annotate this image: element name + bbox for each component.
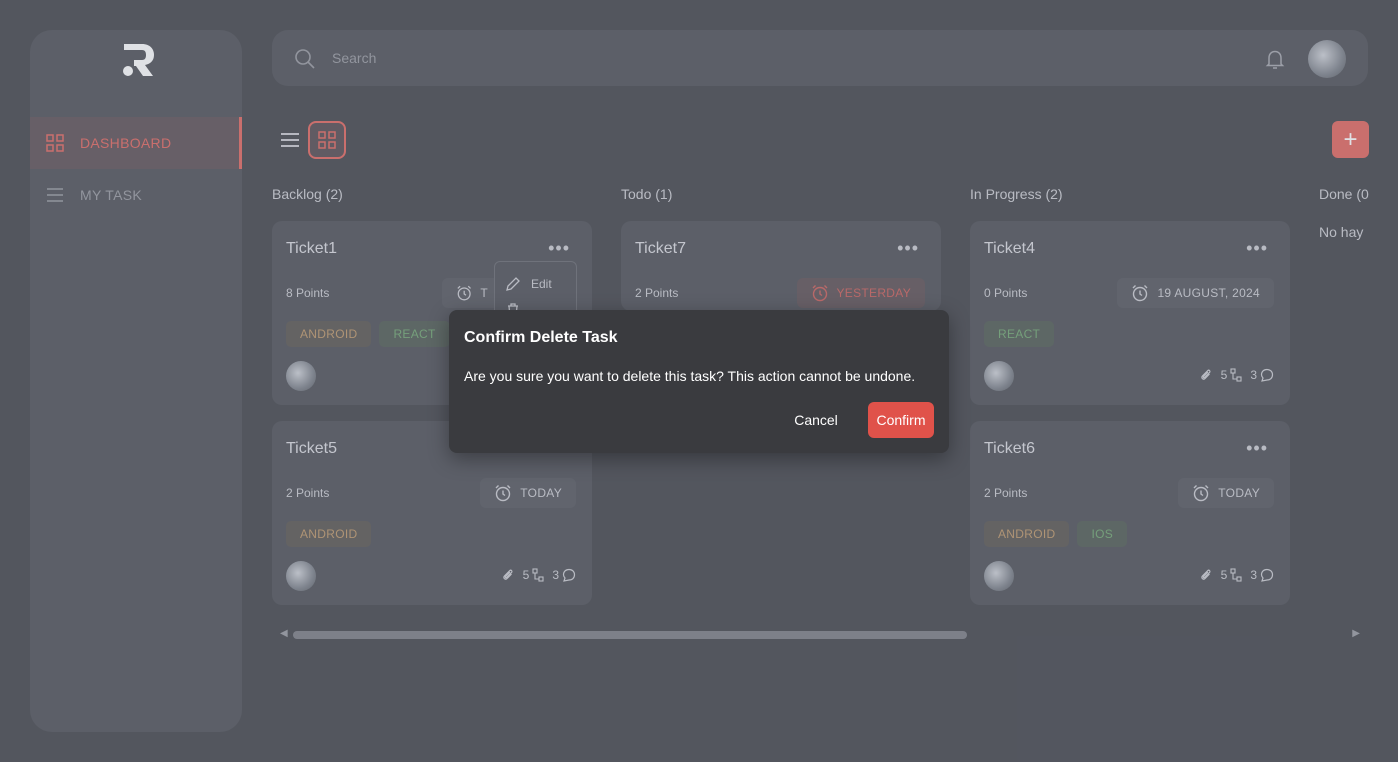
dialog-message: Are you sure you want to delete this tas… bbox=[464, 368, 916, 384]
cancel-button[interactable]: Cancel bbox=[783, 402, 849, 438]
dialog-title: Confirm Delete Task bbox=[464, 329, 618, 346]
confirm-delete-dialog: Confirm Delete Task Are you sure you wan… bbox=[449, 310, 949, 453]
confirm-button[interactable]: Confirm bbox=[868, 402, 934, 438]
